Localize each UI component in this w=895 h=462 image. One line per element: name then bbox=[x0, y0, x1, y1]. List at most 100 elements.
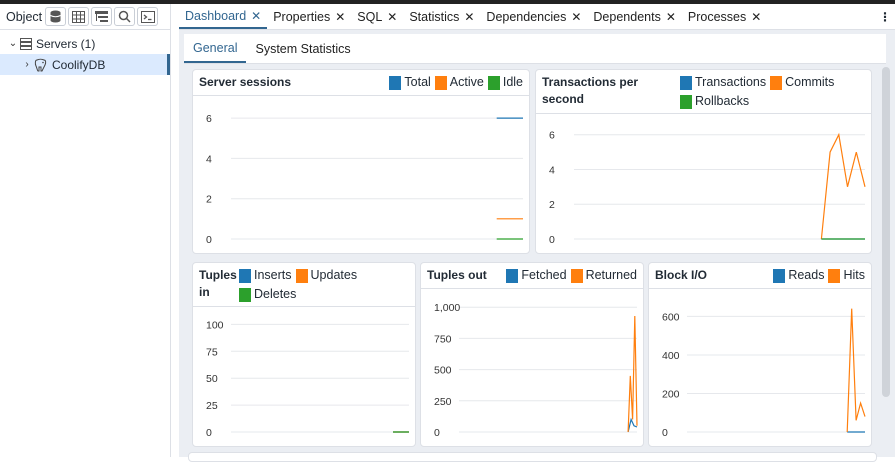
legend-item[interactable]: Hits bbox=[828, 267, 865, 284]
legend-item[interactable]: Returned bbox=[570, 267, 637, 284]
tree-view-icon[interactable] bbox=[91, 7, 113, 26]
legend-label: Inserts bbox=[254, 268, 292, 282]
series-line-commits bbox=[820, 132, 866, 240]
legend-swatch bbox=[680, 75, 692, 90]
more-menu-icon[interactable]: ⋮ bbox=[875, 4, 895, 29]
chart-card: Tuples out Fetched Returned 0 250 500 750 1,0… bbox=[420, 262, 644, 447]
legend-swatch bbox=[239, 268, 251, 283]
legend-item[interactable]: Reads bbox=[773, 267, 824, 284]
y-tick-label: 0 bbox=[434, 427, 440, 439]
chevron-right-icon[interactable]: › bbox=[20, 59, 34, 70]
legend-swatch bbox=[680, 94, 692, 109]
chart-title: Transactions per second bbox=[542, 75, 639, 106]
chart-legend: Reads Hits bbox=[773, 267, 865, 284]
legend-item[interactable]: Inserts bbox=[239, 267, 292, 284]
y-tick-label: 0 bbox=[206, 427, 212, 439]
object-tree: ⌄ Servers (1) › CoolifyDB bbox=[0, 30, 170, 75]
legend-swatch bbox=[506, 268, 519, 283]
chart-plot: 0 25 50 75 100 bbox=[206, 319, 409, 439]
legend-item[interactable]: Total bbox=[389, 74, 431, 91]
legend-swatch bbox=[487, 75, 500, 90]
object-menu-label[interactable]: Object bbox=[6, 10, 42, 24]
activity-card bbox=[188, 452, 877, 462]
legend-label: Active bbox=[449, 75, 484, 89]
legend-item[interactable]: Idle bbox=[487, 74, 523, 91]
tab-dashboard[interactable]: Dashboard ✕ bbox=[179, 4, 268, 29]
subtab-system-statistics[interactable]: System Statistics bbox=[246, 34, 359, 63]
y-tick-label: 500 bbox=[434, 365, 452, 377]
y-tick-label: 100 bbox=[206, 319, 224, 331]
tab-sql[interactable]: SQL ✕ bbox=[351, 4, 403, 29]
close-icon[interactable]: ✕ bbox=[751, 10, 761, 24]
legend-label: Commits bbox=[785, 75, 835, 89]
legend-item[interactable]: Deletes bbox=[239, 286, 296, 303]
tab-processes[interactable]: Processes ✕ bbox=[682, 4, 767, 29]
legend-item[interactable]: Active bbox=[434, 74, 484, 91]
legend-label: Deletes bbox=[254, 287, 297, 301]
table-grid-icon[interactable] bbox=[68, 7, 90, 26]
close-icon[interactable]: ✕ bbox=[251, 9, 261, 23]
legend-swatch bbox=[828, 268, 841, 283]
y-tick-label: 50 bbox=[206, 373, 218, 385]
chart-card: Tuples in Inserts Updates Deletes 0 25 50 75 1… bbox=[192, 262, 416, 447]
legend-item[interactable]: Updates bbox=[295, 267, 357, 284]
y-tick-label: 6 bbox=[206, 113, 212, 125]
tree-node-label: CoolifyDB bbox=[52, 57, 106, 72]
legend-label: Total bbox=[404, 75, 431, 89]
legend-swatch bbox=[295, 268, 308, 283]
legend-label: Reads bbox=[788, 268, 825, 282]
server-icon bbox=[20, 37, 32, 50]
legend-item[interactable]: Fetched bbox=[506, 267, 567, 284]
series-line-fetched bbox=[627, 417, 638, 433]
legend-label: Fetched bbox=[521, 268, 567, 282]
legend-label: Transactions bbox=[695, 75, 767, 89]
chart-legend: Transactions Commits Rollbacks bbox=[680, 74, 865, 110]
close-icon[interactable]: ✕ bbox=[666, 10, 676, 24]
legend-item[interactable]: Rollbacks bbox=[680, 93, 749, 110]
chart-legend: Inserts Updates Deletes bbox=[239, 267, 409, 303]
tab-properties[interactable]: Properties ✕ bbox=[267, 4, 351, 29]
legend-item[interactable]: Commits bbox=[770, 74, 834, 91]
y-tick-label: 0 bbox=[662, 427, 668, 439]
y-tick-label: 200 bbox=[662, 388, 680, 400]
close-icon[interactable]: ✕ bbox=[571, 10, 581, 24]
y-tick-label: 6 bbox=[549, 130, 555, 142]
tab-statistics[interactable]: Statistics ✕ bbox=[403, 4, 480, 29]
legend-label: Returned bbox=[585, 268, 637, 282]
legend-item[interactable]: Transactions bbox=[680, 74, 766, 91]
legend-swatch bbox=[773, 268, 786, 283]
tree-node-servers[interactable]: ⌄ Servers (1) bbox=[0, 33, 170, 54]
chart-legend: Fetched Returned bbox=[506, 267, 637, 284]
tree-node-coolifydb[interactable]: › CoolifyDB bbox=[0, 54, 170, 75]
legend-swatch bbox=[434, 75, 447, 90]
tree-node-label: Servers (1) bbox=[36, 36, 96, 51]
series-line-hits bbox=[846, 308, 866, 433]
subtab-general[interactable]: General bbox=[184, 34, 247, 63]
tab-dependents[interactable]: Dependents ✕ bbox=[587, 4, 681, 29]
close-icon[interactable]: ✕ bbox=[387, 10, 397, 24]
vertical-scrollbar[interactable] bbox=[882, 67, 890, 397]
chart-title: Tuples in bbox=[199, 268, 237, 299]
chart-plot: 0 2 4 6 bbox=[206, 113, 523, 246]
series-line-returned bbox=[627, 315, 638, 433]
search-icon[interactable] bbox=[114, 7, 136, 26]
legend-swatch bbox=[770, 75, 783, 90]
chevron-down-icon[interactable]: ⌄ bbox=[6, 38, 20, 49]
y-tick-label: 4 bbox=[206, 153, 212, 165]
y-tick-label: 0 bbox=[549, 234, 555, 246]
chart-plot: 0 250 500 750 1,000 bbox=[434, 302, 638, 439]
legend-label: Idle bbox=[502, 75, 523, 89]
object-explorer: Object ⌄ Servers (1) › CoolifyDB bbox=[0, 4, 171, 457]
y-tick-label: 75 bbox=[206, 346, 218, 358]
tab-dependencies[interactable]: Dependencies ✕ bbox=[480, 4, 587, 29]
y-tick-label: 2 bbox=[206, 194, 212, 206]
chart-card: Server sessions Total Active Idle 0 2 4 6 bbox=[192, 69, 530, 254]
legend-swatch bbox=[570, 268, 583, 283]
database-icon[interactable] bbox=[45, 7, 67, 26]
chart-legend: Total Active Idle bbox=[389, 74, 523, 91]
close-icon[interactable]: ✕ bbox=[335, 10, 345, 24]
terminal-icon[interactable] bbox=[137, 7, 159, 26]
close-icon[interactable]: ✕ bbox=[464, 10, 474, 24]
chart-plot: 0 200 400 600 bbox=[662, 308, 866, 439]
y-tick-label: 4 bbox=[549, 164, 555, 176]
